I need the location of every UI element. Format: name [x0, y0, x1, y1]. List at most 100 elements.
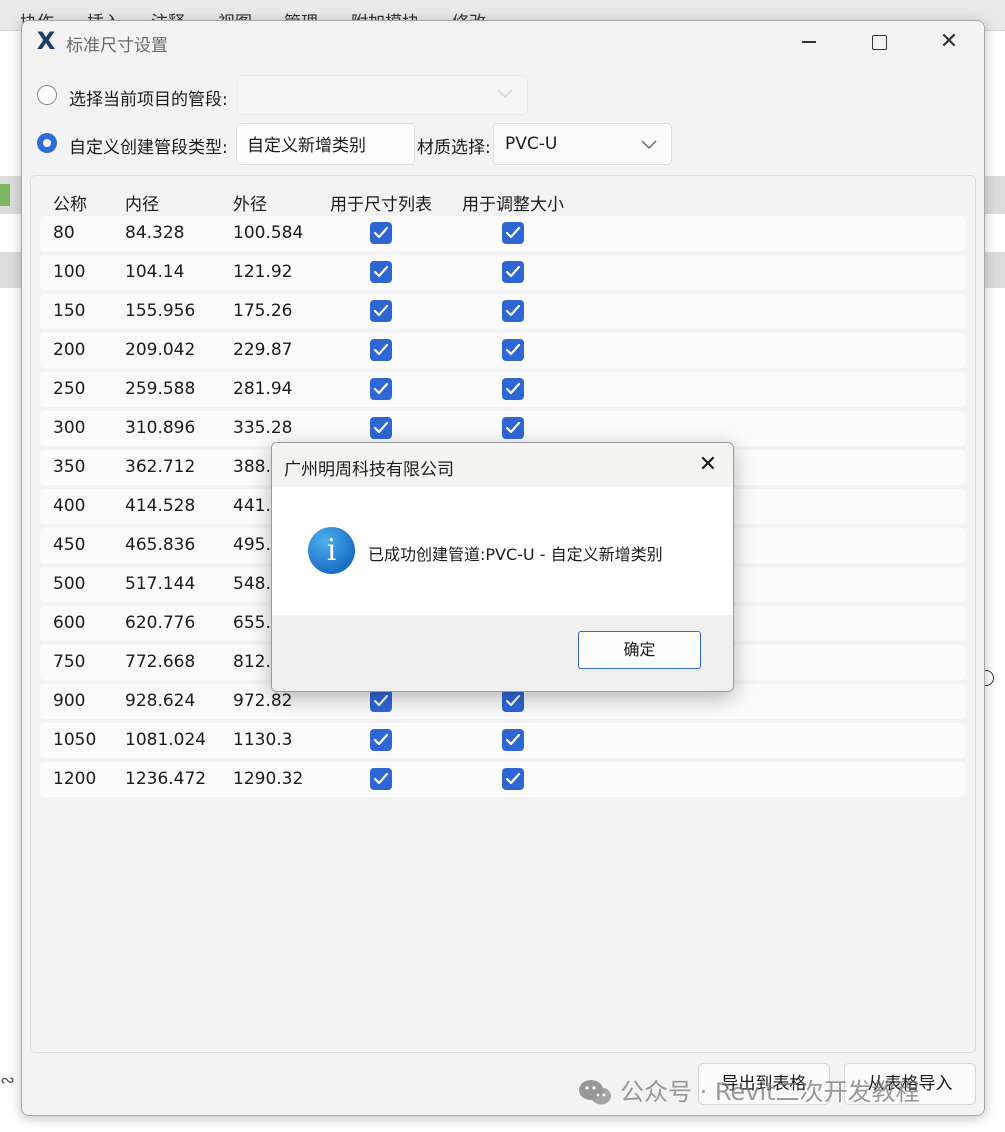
cell-inner-diameter: 928.624	[125, 691, 196, 711]
close-icon: ✕	[698, 452, 718, 477]
cell-inner-diameter: 414.528	[125, 496, 196, 516]
cell-outer-diameter: 175.26	[233, 301, 293, 321]
cell-nominal: 750	[53, 652, 86, 672]
cell-nominal: 1200	[53, 769, 97, 789]
cell-nominal: 1050	[53, 730, 97, 750]
cell-outer-diameter: 229.87	[233, 340, 293, 360]
existing-segment-select[interactable]	[237, 75, 528, 115]
material-label: 材质选择:	[417, 138, 491, 158]
dialog-title: 广州明周科技有限公司	[284, 460, 454, 480]
table-row[interactable]: 300 310.896 335.28	[40, 411, 965, 446]
table-row[interactable]: 100 104.14 121.92	[40, 255, 965, 290]
sizing-checkbox[interactable]	[502, 378, 524, 400]
maximize-button[interactable]	[856, 27, 902, 57]
cell-inner-diameter: 84.328	[125, 223, 185, 243]
cell-inner-diameter: 1081.024	[125, 730, 207, 750]
cell-inner-diameter: 362.712	[125, 457, 196, 477]
cell-nominal: 500	[53, 574, 86, 594]
radio-custom-create[interactable]	[37, 133, 57, 153]
dialog-close-button[interactable]: ✕	[690, 449, 726, 481]
app-logo-icon: X	[36, 27, 56, 55]
cell-nominal: 900	[53, 691, 86, 711]
sizing-checkbox[interactable]	[502, 222, 524, 244]
cell-outer-diameter: 1290.32	[233, 769, 304, 789]
select-existing-label: 选择当前项目的管段:	[69, 90, 228, 110]
title-bar[interactable]: X 标准尺寸设置 ✕	[22, 21, 984, 63]
message-dialog: 广州明周科技有限公司 ✕ i 已成功创建管道:PVC-U - 自定义新增类别 确…	[271, 442, 734, 692]
table-row[interactable]: 1050 1081.024 1130.3	[40, 723, 965, 758]
table-row[interactable]: 200 209.042 229.87	[40, 333, 965, 368]
size-list-checkbox[interactable]	[370, 768, 392, 790]
size-list-checkbox[interactable]	[370, 417, 392, 439]
cell-nominal: 250	[53, 379, 86, 399]
cell-nominal: 450	[53, 535, 86, 555]
cell-inner-diameter: 620.776	[125, 613, 196, 633]
close-button[interactable]: ✕	[926, 27, 972, 57]
sizing-checkbox[interactable]	[502, 690, 524, 712]
table-row[interactable]: 1200 1236.472 1290.32	[40, 762, 965, 797]
header-used-in-size-list: 用于尺寸列表	[330, 195, 432, 215]
sizing-checkbox[interactable]	[502, 339, 524, 361]
cell-outer-diameter: 1130.3	[233, 730, 293, 750]
sizing-checkbox[interactable]	[502, 261, 524, 283]
cell-inner-diameter: 772.668	[125, 652, 196, 672]
cell-inner-diameter: 104.14	[125, 262, 185, 282]
cell-nominal: 350	[53, 457, 86, 477]
cell-inner-diameter: 155.956	[125, 301, 196, 321]
sizing-checkbox[interactable]	[502, 768, 524, 790]
size-list-checkbox[interactable]	[370, 222, 392, 244]
dialog-footer: 确定	[272, 615, 733, 691]
minimize-icon	[802, 41, 816, 43]
header-inner-diameter: 内径	[125, 195, 159, 215]
ok-button[interactable]: 确定	[578, 631, 701, 669]
cell-outer-diameter: 335.28	[233, 418, 293, 438]
cell-nominal: 100	[53, 262, 86, 282]
size-list-checkbox[interactable]	[370, 690, 392, 712]
header-nominal: 公称	[53, 195, 87, 215]
size-list-checkbox[interactable]	[370, 339, 392, 361]
cell-inner-diameter: 465.836	[125, 535, 196, 555]
cell-nominal: 80	[53, 223, 75, 243]
table-row[interactable]: 150 155.956 175.26	[40, 294, 965, 329]
host-wave-icon: ∾	[0, 1070, 16, 1091]
size-list-checkbox[interactable]	[370, 729, 392, 751]
size-list-checkbox[interactable]	[370, 378, 392, 400]
cell-nominal: 300	[53, 418, 86, 438]
cell-outer-diameter: 281.94	[233, 379, 293, 399]
close-icon: ✕	[939, 29, 959, 54]
radio-select-existing[interactable]	[37, 85, 57, 105]
cell-nominal: 600	[53, 613, 86, 633]
table-row[interactable]: 80 84.328 100.584	[40, 216, 965, 251]
sizing-checkbox[interactable]	[502, 417, 524, 439]
cell-inner-diameter: 310.896	[125, 418, 196, 438]
sizing-checkbox[interactable]	[502, 300, 524, 322]
dialog-message: 已成功创建管道:PVC-U - 自定义新增类别	[368, 545, 663, 564]
cell-nominal: 150	[53, 301, 86, 321]
custom-name-field[interactable]	[236, 123, 415, 165]
size-list-checkbox[interactable]	[370, 261, 392, 283]
cell-nominal: 200	[53, 340, 86, 360]
size-list-checkbox[interactable]	[370, 300, 392, 322]
cell-outer-diameter: 121.92	[233, 262, 293, 282]
material-select[interactable]: PVC-U	[493, 123, 672, 165]
cell-inner-diameter: 259.588	[125, 379, 196, 399]
dialog-title-bar[interactable]: 广州明周科技有限公司 ✕	[272, 443, 733, 487]
custom-name-input[interactable]	[247, 133, 407, 153]
host-tool-icon[interactable]	[0, 184, 10, 206]
minimize-button[interactable]	[786, 27, 832, 57]
cell-inner-diameter: 517.144	[125, 574, 196, 594]
sizing-checkbox[interactable]	[502, 729, 524, 751]
cell-outer-diameter: 972.82	[233, 691, 293, 711]
cell-outer-diameter: 100.584	[233, 223, 304, 243]
table-header: 公称 内径 外径 用于尺寸列表 用于调整大小	[31, 176, 975, 215]
watermark: 公众号 · Revit二次开发教程	[578, 1072, 920, 1107]
wechat-logo-icon	[578, 1079, 612, 1107]
cell-inner-diameter: 1236.472	[125, 769, 207, 789]
custom-create-label: 自定义创建管段类型:	[69, 138, 228, 158]
maximize-icon	[871, 34, 887, 50]
window-title: 标准尺寸设置	[66, 36, 168, 56]
chevron-down-icon	[495, 85, 515, 101]
watermark-text: 公众号 · Revit二次开发教程	[620, 1078, 920, 1106]
table-row[interactable]: 250 259.588 281.94	[40, 372, 965, 407]
cell-inner-diameter: 209.042	[125, 340, 196, 360]
